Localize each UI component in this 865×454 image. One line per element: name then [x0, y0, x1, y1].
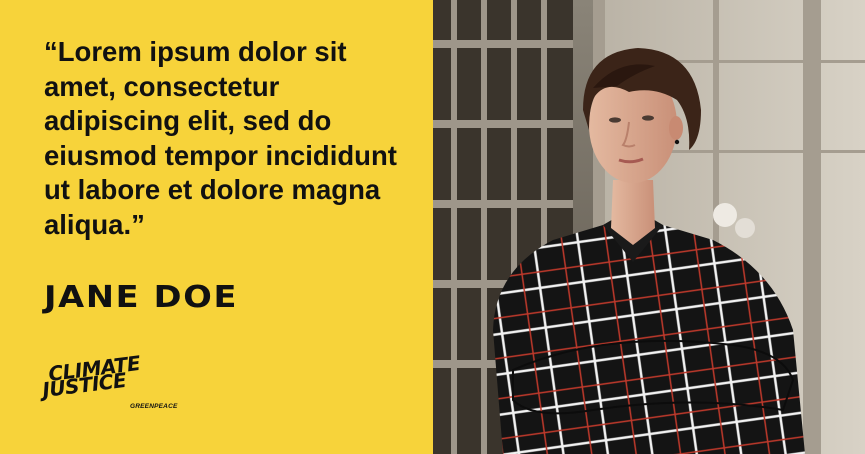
climate-justice-logo: CLIMATE JUSTICE GREENPEACE: [41, 351, 194, 417]
quote-text: “Lorem ipsum dolor sit amet, consectetur…: [44, 36, 397, 240]
quote-card: “Lorem ipsum dolor sit amet, consectetur…: [0, 0, 865, 454]
person-name: JANE DOE: [44, 280, 239, 315]
quote-panel: “Lorem ipsum dolor sit amet, consectetur…: [0, 0, 433, 454]
portrait-image: [433, 0, 865, 454]
portrait-photo: [433, 0, 865, 454]
logo-org-name: GREENPEACE: [130, 403, 178, 410]
